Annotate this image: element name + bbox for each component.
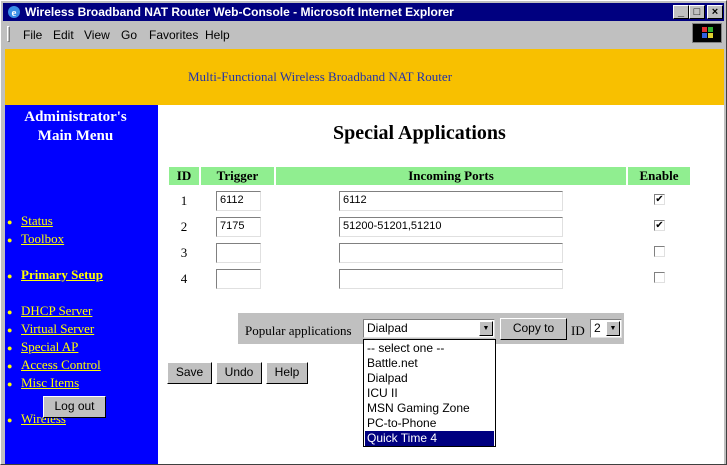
bullet-icon: ● xyxy=(7,361,13,371)
window-title: Wireless Broadband NAT Router Web-Consol… xyxy=(25,5,454,19)
trigger-input[interactable]: 7175 xyxy=(216,217,261,237)
copy-to-button[interactable]: Copy to xyxy=(500,318,567,340)
close-button[interactable]: × xyxy=(707,5,723,19)
popular-applications-select[interactable]: Dialpad ▼ xyxy=(363,319,495,338)
row-id: 2 xyxy=(180,219,188,234)
toolbar-grip[interactable] xyxy=(7,26,10,42)
internet-explorer-icon: e xyxy=(6,4,22,20)
menu-bar: File Edit View Go Favorites Help xyxy=(3,23,724,45)
menu-file[interactable]: File xyxy=(23,28,42,42)
bullet-icon: ● xyxy=(7,217,13,227)
bullet-icon: ● xyxy=(7,379,13,389)
enable-checkbox[interactable] xyxy=(654,246,665,257)
sidebar-link-misc-items[interactable]: Misc Items xyxy=(21,375,79,391)
banner-title: Multi-Functional Wireless Broadband NAT … xyxy=(188,69,453,84)
title-bar: e Wireless Broadband NAT Router Web-Cons… xyxy=(3,3,724,21)
menu-go[interactable]: Go xyxy=(121,28,137,42)
popular-applications-value: Dialpad xyxy=(367,321,408,335)
menu-favorites[interactable]: Favorites xyxy=(149,28,198,42)
incoming-ports-input[interactable]: 6112 xyxy=(339,191,563,211)
svg-text:e: e xyxy=(12,7,17,19)
sidebar-link-access-control[interactable]: Access Control xyxy=(21,357,101,373)
page-content: Multi-Functional Wireless Broadband NAT … xyxy=(5,49,724,464)
sidebar-link-special-ap[interactable]: Special AP xyxy=(21,339,78,355)
column-header-id: ID xyxy=(169,167,199,185)
row-id: 3 xyxy=(180,245,188,260)
sidebar-link-toolbox[interactable]: Toolbox xyxy=(21,231,64,247)
chevron-down-icon[interactable]: ▼ xyxy=(479,321,493,336)
sidebar-link-virtual-server[interactable]: Virtual Server xyxy=(21,321,94,337)
column-header-trigger: Trigger xyxy=(201,167,274,185)
enable-checkbox[interactable]: ✔ xyxy=(654,220,665,231)
bullet-icon: ● xyxy=(7,343,13,353)
id-select[interactable]: 2 ▼ xyxy=(590,319,622,338)
trigger-input[interactable] xyxy=(216,243,261,263)
sidebar: Administrator's Main Menu ● Status ● Too… xyxy=(5,105,158,464)
menu-view[interactable]: View xyxy=(84,28,110,42)
minimize-button[interactable]: _ xyxy=(673,5,689,19)
save-button[interactable]: Save xyxy=(167,362,212,384)
column-header-incoming-ports: Incoming Ports xyxy=(276,167,626,185)
menu-help[interactable]: Help xyxy=(205,28,230,42)
dropdown-option[interactable]: PC-to-Phone xyxy=(365,416,494,431)
popular-applications-label: Popular applications xyxy=(245,323,352,338)
bullet-icon: ● xyxy=(7,271,13,281)
dropdown-option[interactable]: ICU II xyxy=(365,386,494,401)
id-label: ID xyxy=(571,323,585,338)
incoming-ports-input[interactable]: 51200-51201,51210 xyxy=(339,217,563,237)
bullet-icon: ● xyxy=(7,307,13,317)
undo-button[interactable]: Undo xyxy=(216,362,262,384)
incoming-ports-input[interactable] xyxy=(339,269,563,289)
row-id: 4 xyxy=(180,271,188,286)
incoming-ports-input[interactable] xyxy=(339,243,563,263)
sidebar-link-status[interactable]: Status xyxy=(21,213,53,229)
dropdown-option[interactable]: MSN Gaming Zone xyxy=(365,401,494,416)
sidebar-heading-line1: Administrator's xyxy=(24,109,127,125)
dropdown-option-highlighted[interactable]: Quick Time 4 xyxy=(365,431,494,446)
maximize-button[interactable]: □ xyxy=(689,5,705,19)
chevron-down-icon[interactable]: ▼ xyxy=(606,321,620,336)
dropdown-option[interactable]: Dialpad xyxy=(365,371,494,386)
id-select-value: 2 xyxy=(594,321,601,335)
sidebar-heading-line2: Main Menu xyxy=(37,128,114,144)
trigger-input[interactable] xyxy=(216,269,261,289)
windows-logo-icon xyxy=(692,23,722,43)
bullet-icon: ● xyxy=(7,235,13,245)
menu-edit[interactable]: Edit xyxy=(53,28,74,42)
header-banner: Multi-Functional Wireless Broadband NAT … xyxy=(5,49,724,105)
browser-window: e Wireless Broadband NAT Router Web-Cons… xyxy=(0,0,727,465)
dropdown-option[interactable]: Battle.net xyxy=(365,356,494,371)
column-header-enable: Enable xyxy=(628,167,690,185)
logout-button[interactable]: Log out xyxy=(43,396,106,418)
popular-applications-dropdown-list: -- select one -- Battle.net Dialpad ICU … xyxy=(363,339,496,447)
bullet-icon: ● xyxy=(7,415,13,425)
bullet-icon: ● xyxy=(7,325,13,335)
enable-checkbox[interactable]: ✔ xyxy=(654,194,665,205)
dropdown-option[interactable]: -- select one -- xyxy=(365,341,494,356)
trigger-input[interactable]: 6112 xyxy=(216,191,261,211)
sidebar-link-dhcp-server[interactable]: DHCP Server xyxy=(21,303,92,319)
page-title: Special Applications xyxy=(333,122,506,144)
enable-checkbox[interactable] xyxy=(654,272,665,283)
sidebar-heading: Administrator's Main Menu xyxy=(5,108,146,146)
sidebar-link-primary-setup[interactable]: Primary Setup xyxy=(21,267,103,283)
row-id: 1 xyxy=(180,193,188,208)
help-button[interactable]: Help xyxy=(266,362,308,384)
